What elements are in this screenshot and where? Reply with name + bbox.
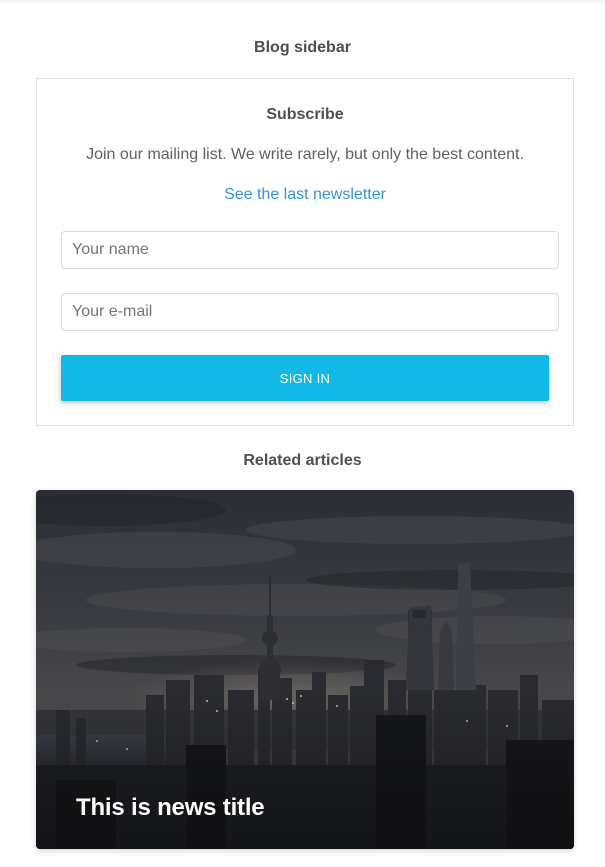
sign-in-button[interactable]: SIGN IN	[61, 355, 549, 401]
newsletter-link[interactable]: See the last newsletter	[37, 186, 573, 204]
email-input[interactable]	[61, 293, 559, 331]
subscribe-heading: Subscribe	[266, 106, 344, 123]
related-articles-title: Related articles	[243, 452, 362, 469]
subscribe-description: Join our mailing list. We write rarely, …	[86, 146, 524, 163]
top-divider	[0, 0, 605, 4]
subscribe-card: Subscribe Join our mailing list. We writ…	[36, 78, 574, 426]
news-card[interactable]: This is news title	[36, 490, 574, 849]
news-title[interactable]: This is news title	[76, 794, 265, 822]
sidebar-title: Blog sidebar	[254, 39, 351, 56]
name-input[interactable]	[61, 231, 559, 269]
